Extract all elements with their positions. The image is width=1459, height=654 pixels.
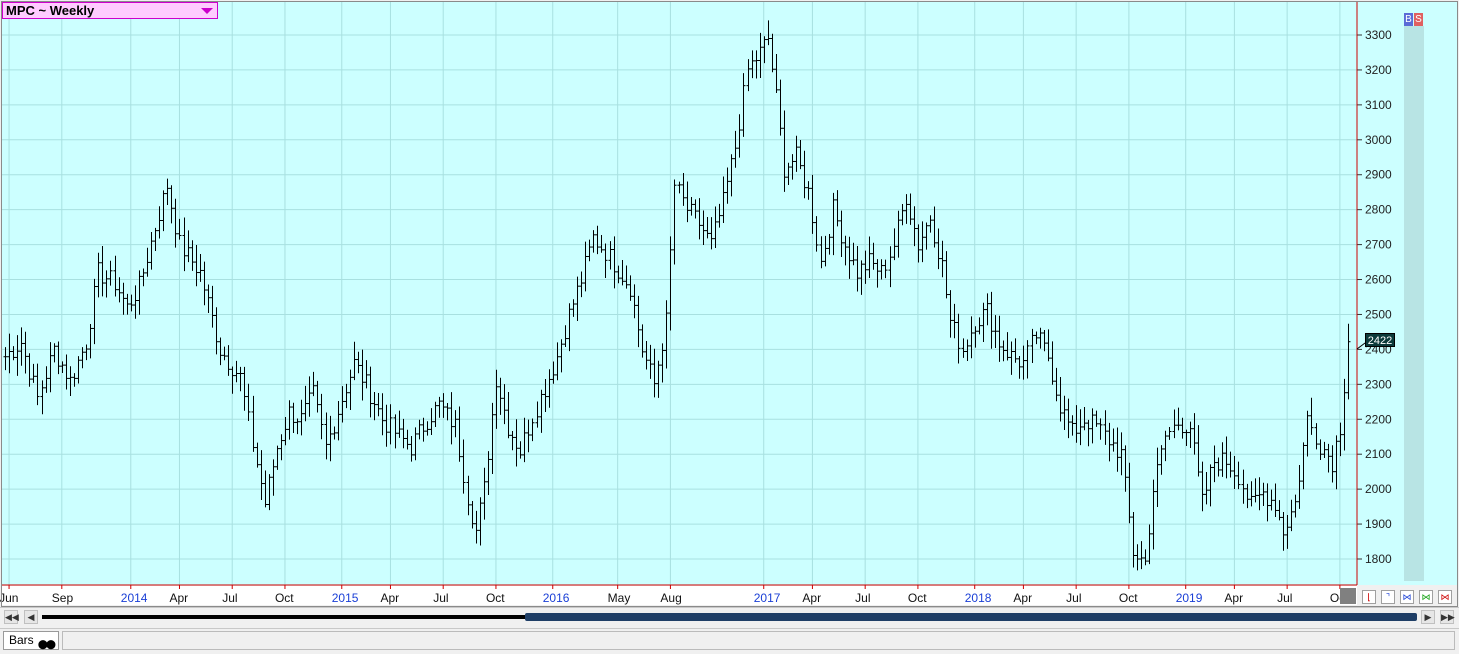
horizontal-scrollbar[interactable]: ◀◀ ◀ ▶ ▶▶ (0, 607, 1459, 628)
x-tick-label: Oct (908, 591, 927, 605)
scroll-start-icon[interactable]: ◀◀ (4, 610, 19, 624)
x-tick-label: Aug (660, 591, 681, 605)
chart-frame: 1800 1900 2000 2100 2200 2300 2400 2500 2600 2700… (0, 0, 1459, 608)
price-axis-scale-band (1404, 26, 1424, 581)
x-tick-label: Oct (1119, 591, 1138, 605)
y-tick-label: 3100 (1365, 98, 1392, 112)
tool-fourth-icon[interactable]: ⋈ (1419, 590, 1433, 604)
bars-tab[interactable]: Bars ⬤⬤ (3, 631, 59, 650)
sell-badge[interactable]: S (1414, 13, 1423, 26)
time-axis-corner (1340, 588, 1356, 604)
symbol-selector[interactable]: MPC ~ Weekly (2, 2, 218, 19)
y-tick-label: 2100 (1365, 447, 1392, 461)
y-tick-label: 2000 (1365, 482, 1392, 496)
scroll-end-icon[interactable]: ▶▶ (1440, 610, 1455, 624)
x-tick-label: Jul (855, 591, 870, 605)
symbol-label: MPC ~ Weekly (6, 3, 95, 18)
x-tick-label: Apr (380, 591, 399, 605)
x-tick-label: Apr (1224, 591, 1243, 605)
x-tick-label: 2016 (543, 591, 570, 605)
y-tick-label: 2700 (1365, 238, 1392, 252)
y-tick-label: 3000 (1365, 133, 1392, 147)
last-price-tag: 2422 (1365, 333, 1395, 347)
price-chart[interactable]: 1800190020002100220023002400250026002700… (0, 0, 1459, 608)
x-tick-label: Oct (275, 591, 294, 605)
bars-tab-label: Bars (9, 633, 34, 647)
x-tick-label: Sep (52, 591, 74, 605)
x-tick-label: May (608, 591, 631, 605)
tool-first-icon[interactable]: ⌊ (1362, 590, 1376, 604)
y-tick-label: 2900 (1365, 168, 1392, 182)
x-tick-label: Apr (169, 591, 188, 605)
tool-fifth-icon[interactable]: ⋈ (1438, 590, 1452, 604)
x-tick-label: Jun (0, 591, 18, 605)
x-tick-label: Jul (1066, 591, 1081, 605)
x-tick-label: Oct (486, 591, 505, 605)
scroll-track[interactable] (42, 613, 1417, 621)
y-tick-label: 2800 (1365, 203, 1392, 217)
y-tick-label: 1900 (1365, 517, 1392, 531)
y-tick-label: 3200 (1365, 63, 1392, 77)
link-icon: ⬤⬤ (37, 639, 56, 649)
scroll-thumb[interactable] (525, 613, 1417, 621)
x-tick-label: 2019 (1176, 591, 1203, 605)
dropdown-arrow-icon[interactable] (201, 8, 213, 14)
buy-badge[interactable]: B (1404, 13, 1413, 26)
x-tick-label: 2014 (121, 591, 148, 605)
x-tick-label: 2018 (965, 591, 992, 605)
x-tick-label: Apr (1013, 591, 1032, 605)
x-tick-label: Jul (433, 591, 448, 605)
y-tick-label: 2300 (1365, 377, 1392, 391)
tool-second-icon[interactable]: ⌝ (1381, 590, 1395, 604)
tool-third-icon[interactable]: ⋈ (1400, 590, 1414, 604)
status-bar: Bars ⬤⬤ (0, 628, 1459, 654)
x-tick-label: 2015 (332, 591, 359, 605)
y-tick-label: 2200 (1365, 412, 1392, 426)
y-tick-label: 1800 (1365, 552, 1392, 566)
x-tick-label: Jul (1277, 591, 1292, 605)
x-tick-label: 2017 (754, 591, 781, 605)
y-tick-label: 2500 (1365, 307, 1392, 321)
x-tick-label: Jul (222, 591, 237, 605)
scroll-left-icon[interactable]: ◀ (24, 610, 38, 624)
status-field (62, 631, 1455, 650)
x-tick-label: Apr (802, 591, 821, 605)
scroll-right-icon[interactable]: ▶ (1421, 610, 1435, 624)
y-tick-label: 3300 (1365, 28, 1392, 42)
y-tick-label: 2600 (1365, 273, 1392, 287)
